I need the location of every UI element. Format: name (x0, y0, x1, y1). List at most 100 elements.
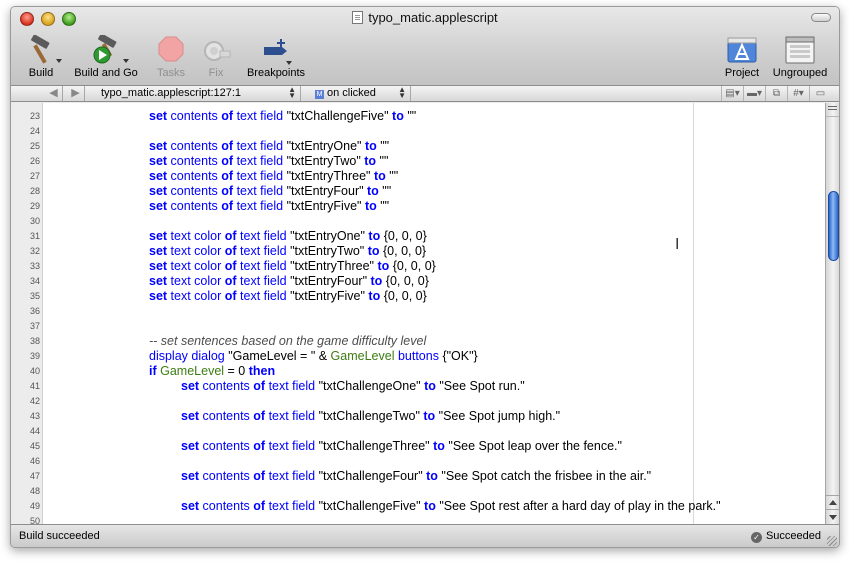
split-editor-icon[interactable]: ▭ (809, 86, 831, 101)
code-line[interactable]: 43 set contents of text field "txtChallen… (11, 409, 825, 424)
file-history-popup[interactable]: typo_matic.applescript:127:1 ▲ ▼ (95, 86, 301, 101)
code-token: to (367, 244, 380, 258)
code-line[interactable]: 46 (11, 454, 825, 469)
breakpoints-button[interactable]: Breakpoints (244, 35, 308, 79)
code-editor[interactable]: 23 set contents of text field "txtChallen… (11, 103, 825, 524)
code-token: text field (236, 274, 291, 288)
code-line[interactable]: 23 set contents of text field "txtChallen… (11, 109, 825, 124)
code-line[interactable]: 37 (11, 319, 825, 334)
code-line[interactable]: 50 (11, 514, 825, 524)
xcode-window: typo_matic.applescript Build Build and G… (10, 6, 840, 548)
code-token: "txtEntryTwo" (290, 244, 368, 258)
code-token: to (433, 439, 445, 453)
line-number: 26 (29, 156, 40, 166)
build-and-go-icon (90, 33, 129, 65)
code-token: {0, 0, 0} (389, 259, 436, 273)
code-token: to (367, 184, 379, 198)
code-text: set contents of text field "txtChallenge… (181, 409, 560, 424)
code-line[interactable]: 47 set contents of text field "txtChallen… (11, 469, 825, 484)
code-text: set text color of text field "txtEntryTh… (149, 259, 436, 274)
code-line[interactable]: 44 (11, 424, 825, 439)
line-number: 45 (29, 441, 40, 451)
code-line[interactable]: 45 set contents of text field "txtChallen… (11, 439, 825, 454)
split-handle-icon[interactable] (826, 103, 839, 117)
code-line[interactable]: 33 set text color of text field "txtEntry… (11, 259, 825, 274)
build-button[interactable]: Build (21, 34, 62, 79)
code-line[interactable]: 40 if GameLevel = 0 then (11, 364, 825, 379)
code-line[interactable]: 27 set contents of text field "txtEntryTh… (11, 169, 825, 184)
vertical-scrollbar[interactable] (825, 103, 839, 524)
code-line[interactable]: 34 set text color of text field "txtEntry… (11, 274, 825, 289)
fix-button[interactable]: Fix (199, 35, 233, 79)
code-text: -- set sentences based on the game diffi… (149, 334, 426, 349)
code-line[interactable]: 39 display dialog "GameLevel = " & GameLe… (11, 349, 825, 364)
build-result[interactable]: ✓ Succeeded (750, 530, 821, 543)
scroll-down-button[interactable] (826, 509, 839, 524)
bookmarks-menu-icon[interactable]: ▤▾ (721, 86, 743, 101)
build-and-go-button[interactable]: Build and Go (73, 33, 139, 79)
ungrouped-button[interactable]: Ungrouped (769, 35, 831, 79)
code-token: text field (233, 184, 287, 198)
code-line[interactable]: 32 set text color of text field "txtEntry… (11, 244, 825, 259)
code-token: set (149, 184, 168, 198)
code-token: {0, 0, 0} (382, 274, 429, 288)
breakpoints-menu-icon[interactable]: ▬▾ (743, 86, 765, 101)
code-line[interactable]: 26 set contents of text field "txtEntryTw… (11, 154, 825, 169)
code-token: to (370, 274, 383, 288)
line-number: 30 (29, 216, 40, 226)
code-line[interactable]: 28 set contents of text field "txtEntryFo… (11, 184, 825, 199)
code-token: set (181, 439, 200, 453)
code-token: of (221, 109, 234, 123)
code-token: text color (167, 229, 225, 243)
function-popup[interactable]: Mon clicked ▲ ▼ (309, 86, 411, 101)
code-token: contents (199, 439, 254, 453)
code-token: set (149, 289, 168, 303)
code-token: of (221, 169, 234, 183)
code-token: "See Spot jump high." (435, 409, 561, 423)
code-token: contents (167, 109, 222, 123)
breakpoints-label: Breakpoints (246, 67, 306, 79)
code-line[interactable]: 24 (11, 124, 825, 139)
code-token: "" (376, 139, 390, 153)
code-line[interactable]: 38 -- set sentences based on the game dif… (11, 334, 825, 349)
code-token: of (221, 184, 234, 198)
code-line[interactable]: 25 set contents of text field "txtEntryOn… (11, 139, 825, 154)
code-line[interactable]: 48 (11, 484, 825, 499)
code-line[interactable]: 36 (11, 304, 825, 319)
code-line[interactable]: 41 set contents of text field "txtChallen… (11, 379, 825, 394)
line-number: 46 (29, 456, 40, 466)
counterpart-icon[interactable]: ⧉ (765, 86, 787, 101)
code-token: "txtEntryOne" (290, 229, 369, 243)
code-token: "txtEntryFive" (290, 289, 369, 303)
code-token: "txtChallengeOne" (318, 379, 425, 393)
toolbar-toggle-button[interactable] (811, 13, 831, 22)
forward-button[interactable]: ▶ (67, 86, 85, 101)
code-token: text field (236, 229, 291, 243)
code-token: text field (265, 379, 319, 393)
code-line[interactable]: 30 (11, 214, 825, 229)
scrollbar-thumb[interactable] (828, 191, 839, 261)
code-token: "txtEntryTwo" (286, 154, 365, 168)
code-line[interactable]: 35 set text color of text field "txtEntry… (11, 289, 825, 304)
code-text: set text color of text field "txtEntryFi… (149, 289, 427, 304)
code-token: text field (265, 469, 319, 483)
code-token: text field (236, 259, 291, 273)
code-line[interactable]: 31 set text color of text field "txtEntry… (11, 229, 825, 244)
code-token: {"OK"} (442, 349, 478, 363)
tasks-button[interactable]: Tasks (151, 35, 191, 79)
code-text: if GameLevel = 0 then (149, 364, 275, 379)
bandage-icon (200, 35, 232, 65)
code-line[interactable]: 29 set contents of text field "txtEntryFi… (11, 199, 825, 214)
resize-grip-icon[interactable] (827, 536, 837, 546)
line-number: 28 (29, 186, 40, 196)
code-token: to (368, 229, 381, 243)
code-text: set contents of text field "txtEntryOne"… (149, 139, 389, 154)
code-line[interactable]: 42 (11, 394, 825, 409)
scroll-up-button[interactable] (826, 495, 839, 509)
includes-menu-icon[interactable]: #▾ (787, 86, 809, 101)
project-button[interactable]: Project (721, 35, 763, 79)
line-number: 31 (29, 231, 40, 241)
code-text: set contents of text field "txtChallenge… (149, 109, 416, 124)
code-line[interactable]: 49 set contents of text field "txtChallen… (11, 499, 825, 514)
back-button[interactable]: ◀ (45, 86, 63, 101)
